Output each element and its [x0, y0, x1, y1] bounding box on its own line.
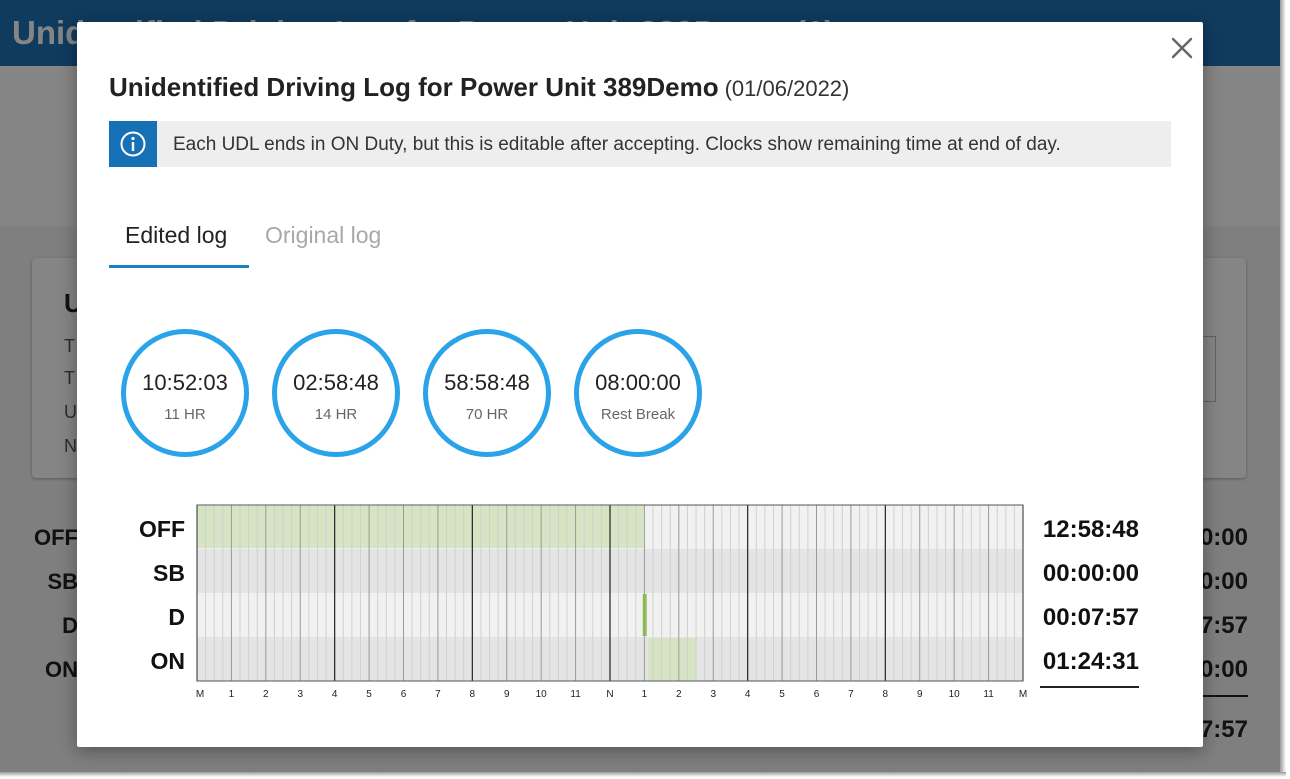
hour-tick-label: 5: [366, 689, 372, 700]
hour-tick-label: 7: [848, 689, 854, 700]
hour-tick-label: 9: [917, 689, 923, 700]
active-tab-indicator: [109, 265, 249, 268]
info-circle-icon: [120, 131, 146, 157]
modal-title: Unidentified Driving Log for Power Unit …: [109, 72, 849, 103]
hour-tick-label: 2: [676, 689, 682, 700]
row-total-off: 12:58:48: [1042, 516, 1139, 543]
hour-tick-label: 3: [297, 689, 303, 700]
hour-tick-label: 4: [745, 689, 751, 700]
modal-title-date: (01/06/2022): [724, 76, 850, 101]
clock-time: 10:52:03: [142, 370, 228, 395]
clock-14-hr: 02:58:48 14 HR: [272, 329, 400, 457]
clock-11-hr: 10:52:03 11 HR: [121, 329, 249, 457]
clock-rest-break: 08:00:00 Rest Break: [574, 329, 702, 457]
info-icon-box: [109, 121, 157, 167]
hour-tick-label: 10: [536, 689, 548, 700]
close-icon: [1171, 37, 1193, 59]
clock-label: 14 HR: [314, 406, 358, 423]
hour-tick-label: 11: [570, 689, 581, 700]
row-label-d: D: [168, 604, 185, 630]
row-label-sb: SB: [153, 560, 185, 586]
close-button[interactable]: [1168, 34, 1196, 62]
hour-tick-label: 1: [642, 689, 648, 700]
hour-tick-label: 6: [401, 689, 407, 700]
hour-tick-label: 8: [470, 689, 476, 700]
tab-edited-log[interactable]: Edited log: [125, 222, 227, 249]
hour-tick-label: N: [606, 689, 613, 700]
hour-tick-label: 10: [949, 689, 961, 700]
hour-tick-label: 4: [332, 689, 338, 700]
row-total-d: 00:07:57: [1042, 604, 1139, 631]
hour-tick-label: 7: [435, 689, 441, 700]
clock-label: Rest Break: [600, 406, 676, 423]
row-label-on: ON: [150, 648, 186, 674]
duty-status-grid[interactable]: M 1 2 3 4 5 6 7 8 9 10 11 N 1 2 3 4 5 6 7 8 9 10 11 M: [195, 503, 1031, 708]
modal-title-text: Unidentified Driving Log for Power Unit …: [109, 72, 719, 102]
info-text: Each UDL ends in ON Duty, but this is ed…: [173, 134, 1061, 155]
hour-tick-label: 1: [229, 689, 235, 700]
info-banner: Each UDL ends in ON Duty, but this is ed…: [109, 121, 1171, 167]
hour-tick-label: 11: [983, 689, 994, 700]
row-label-off: OFF: [139, 516, 185, 542]
hour-tick-label: 6: [814, 689, 820, 700]
duty-segment-on: [648, 638, 697, 680]
clock-time: 58:58:48: [444, 370, 530, 395]
hour-tick-label: 2: [263, 689, 269, 700]
hour-tick-label: 9: [504, 689, 510, 700]
window-shadow: [0, 772, 1286, 777]
clock-time: 02:58:48: [293, 370, 379, 395]
hour-tick-label: 8: [883, 689, 889, 700]
clock-time: 08:00:00: [595, 370, 681, 395]
hour-tick-label: 5: [779, 689, 785, 700]
hour-tick-label: 3: [710, 689, 716, 700]
udl-modal: Unidentified Driving Log for Power Unit …: [77, 22, 1203, 747]
clock-label: 11 HR: [164, 406, 206, 423]
row-total-sb: 00:00:00: [1042, 560, 1139, 587]
total-rule: [1040, 686, 1139, 688]
tab-original-log[interactable]: Original log: [265, 222, 381, 249]
hour-tick-label: M: [1019, 689, 1027, 700]
row-total-on: 01:24:31: [1042, 648, 1139, 675]
clock-label: 70 HR: [465, 406, 509, 423]
clock-70-hr: 58:58:48 70 HR: [423, 329, 551, 457]
window-shadow: [1280, 0, 1286, 776]
hour-tick-label: M: [196, 689, 204, 700]
